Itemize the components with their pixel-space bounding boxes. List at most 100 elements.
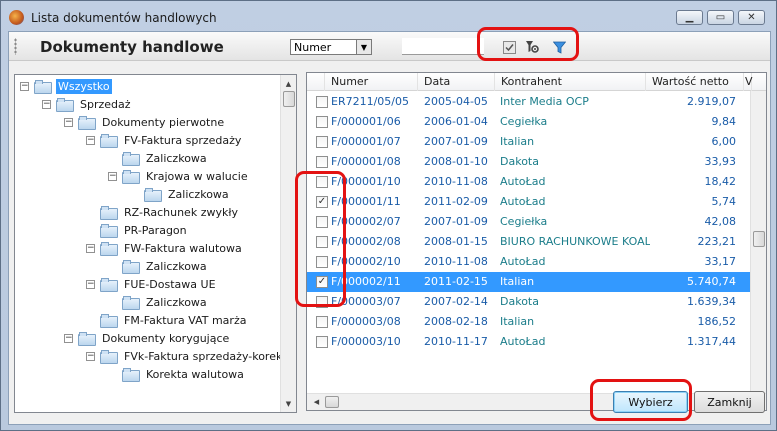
tree-item-label: FUE-Dostawa UE <box>124 277 216 291</box>
row-checkbox[interactable]: ✓ <box>316 196 328 208</box>
close-window-button[interactable]: ✕ <box>738 10 765 25</box>
toolbar-grip[interactable] <box>14 38 17 55</box>
table-row[interactable]: ER7211/05/05 2005-04-05 Inter Media OCP 2.9… <box>307 92 751 112</box>
cell-number: F/000002/08 <box>331 235 401 248</box>
tree-item[interactable]: Zaliczkowa <box>108 293 209 311</box>
collapse-icon[interactable]: − <box>108 171 117 181</box>
row-checkbox[interactable] <box>316 96 328 108</box>
tree-item[interactable]: − Wszystko <box>20 77 112 95</box>
row-checkbox[interactable] <box>316 116 328 128</box>
table-row[interactable]: F/000001/08 2008-01-10 Dakota 33,93 <box>307 152 751 172</box>
table-row[interactable]: F/000002/08 2008-01-15 BIURO RACHUNKOWE KO… <box>307 232 751 252</box>
column-header-extra[interactable]: V <box>744 73 753 91</box>
tree-scroll-thumb[interactable] <box>283 91 295 107</box>
client-area: Dokumenty handlowe Numer ▼ − Wszystko − Spr… <box>8 31 771 425</box>
tree-item[interactable]: FM-Faktura VAT marża <box>86 311 248 329</box>
cell-contractor: BIURO RACHUNKOWE KOAL <box>500 235 650 248</box>
table-row[interactable]: F/000002/10 2010-11-08 AutoŁad 33,17 <box>307 252 751 272</box>
tree-item[interactable]: Zaliczkowa <box>108 149 209 167</box>
tree-item[interactable]: − FUE-Dostawa UE <box>86 275 218 293</box>
collapse-icon[interactable]: − <box>64 117 73 127</box>
cell-contractor: Cegiełka <box>500 115 548 128</box>
grid-vscroll-thumb[interactable] <box>753 231 765 247</box>
cell-number: F/000001/07 <box>331 135 401 148</box>
collapse-icon[interactable]: − <box>42 99 51 109</box>
table-row[interactable]: F/000001/06 2006-01-04 Cegiełka 9,84 <box>307 112 751 132</box>
settings-filter-icon[interactable] <box>525 40 539 54</box>
tree-item[interactable]: Korekta walutowa <box>108 365 246 383</box>
category-tree[interactable]: − Wszystko − Sprzedaż − Dokumenty pierwotne − F… <box>14 74 297 413</box>
row-checkbox[interactable]: ✓ <box>316 276 328 288</box>
cell-contractor: Cegiełka <box>500 215 548 228</box>
cell-net-value: 6,00 <box>711 135 737 148</box>
tree-item[interactable]: − FVk-Faktura sprzedaży-korekta <box>86 347 295 365</box>
minimize-button[interactable]: ▁ <box>676 10 703 25</box>
cell-contractor: Italian <box>500 135 535 148</box>
cell-number: F/000001/11 <box>331 195 401 208</box>
tree-item[interactable]: − FW-Faktura walutowa <box>86 239 244 257</box>
table-row[interactable]: F/000003/07 2007-02-14 Dakota 1.639,34 <box>307 292 751 312</box>
row-checkbox[interactable] <box>316 156 328 168</box>
row-checkbox[interactable] <box>316 236 328 248</box>
folder-icon <box>122 368 140 382</box>
app-icon <box>9 10 24 25</box>
collapse-icon[interactable]: − <box>86 243 95 253</box>
checkbox-filter-icon[interactable] <box>502 40 516 54</box>
search-input[interactable] <box>402 38 484 55</box>
column-header-net-value[interactable]: Wartość netto <box>646 73 744 91</box>
tree-item-label: Korekta walutowa <box>146 367 244 381</box>
chevron-down-icon[interactable]: ▼ <box>356 40 371 54</box>
scroll-down-icon[interactable]: ▼ <box>283 398 294 409</box>
maximize-button[interactable]: ▭ <box>707 10 734 25</box>
close-button[interactable]: Zamknij <box>694 391 765 413</box>
scroll-left-icon[interactable]: ◀ <box>311 396 322 407</box>
row-checkbox[interactable] <box>316 176 328 188</box>
row-checkbox[interactable] <box>316 296 328 308</box>
table-row[interactable]: F/000001/07 2007-01-09 Italian 6,00 <box>307 132 751 152</box>
collapse-icon[interactable]: − <box>86 279 95 289</box>
filter-icon[interactable] <box>552 40 566 54</box>
table-row[interactable]: F/000003/10 2010-11-17 AutoŁad 1.317,44 <box>307 332 751 352</box>
table-row[interactable]: ✓ F/000001/11 2011-02-09 AutoŁad 5,74 <box>307 192 751 212</box>
table-row[interactable]: F/000003/08 2008-02-18 Italian 186,52 <box>307 312 751 332</box>
row-checkbox[interactable] <box>316 136 328 148</box>
tree-scrollbar[interactable]: ▲ ▼ <box>280 75 296 412</box>
collapse-icon[interactable]: − <box>64 333 73 343</box>
column-header-number[interactable]: Numer <box>325 73 418 91</box>
tree-item[interactable]: RZ-Rachunek zwykły <box>86 203 240 221</box>
cell-date: 2007-02-14 <box>424 295 488 308</box>
grid-vertical-scrollbar[interactable] <box>750 91 766 393</box>
column-header-contractor[interactable]: Kontrahent <box>495 73 646 91</box>
tree-item[interactable]: − Dokumenty pierwotne <box>64 113 226 131</box>
tree-item[interactable]: Zaliczkowa <box>130 185 231 203</box>
search-field-select[interactable]: Numer ▼ <box>290 39 372 55</box>
close-icon: ✕ <box>747 12 756 23</box>
select-button[interactable]: Wybierz <box>613 391 688 413</box>
collapse-icon[interactable]: − <box>86 351 95 361</box>
row-checkbox[interactable] <box>316 336 328 348</box>
tree-item-label: Zaliczkowa <box>146 259 207 273</box>
cell-number: F/000003/07 <box>331 295 401 308</box>
grid-hscroll-thumb[interactable] <box>325 396 339 408</box>
row-checkbox[interactable] <box>316 216 328 228</box>
tree-item[interactable]: Zaliczkowa <box>108 257 209 275</box>
tree-item[interactable]: − Sprzedaż <box>42 95 133 113</box>
tree-item[interactable]: PR-Paragon <box>86 221 189 239</box>
table-row[interactable]: ✓ F/000002/11 2011-02-15 Italian 5.740,74 <box>307 272 751 292</box>
table-row[interactable]: F/000002/07 2007-01-09 Cegiełka 42,08 <box>307 212 751 232</box>
tree-item[interactable]: − Dokumenty korygujące <box>64 329 231 347</box>
collapse-icon[interactable]: − <box>20 81 29 91</box>
column-header-date[interactable]: Data <box>418 73 495 91</box>
tree-item[interactable]: − Krajowa w walucie <box>108 167 250 185</box>
cell-date: 2008-01-15 <box>424 235 488 248</box>
row-checkbox[interactable] <box>316 316 328 328</box>
collapse-icon[interactable]: − <box>86 135 95 145</box>
cell-net-value: 9,84 <box>711 115 737 128</box>
tree-item[interactable]: − FV-Faktura sprzedaży <box>86 131 243 149</box>
tree-item-label: Dokumenty korygujące <box>102 331 230 345</box>
row-checkbox[interactable] <box>316 256 328 268</box>
table-row[interactable]: F/000001/10 2010-11-08 AutoŁad 18,42 <box>307 172 751 192</box>
documents-grid[interactable]: Numer Data Kontrahent Wartość netto V ER… <box>306 72 767 411</box>
scroll-up-icon[interactable]: ▲ <box>283 78 294 89</box>
